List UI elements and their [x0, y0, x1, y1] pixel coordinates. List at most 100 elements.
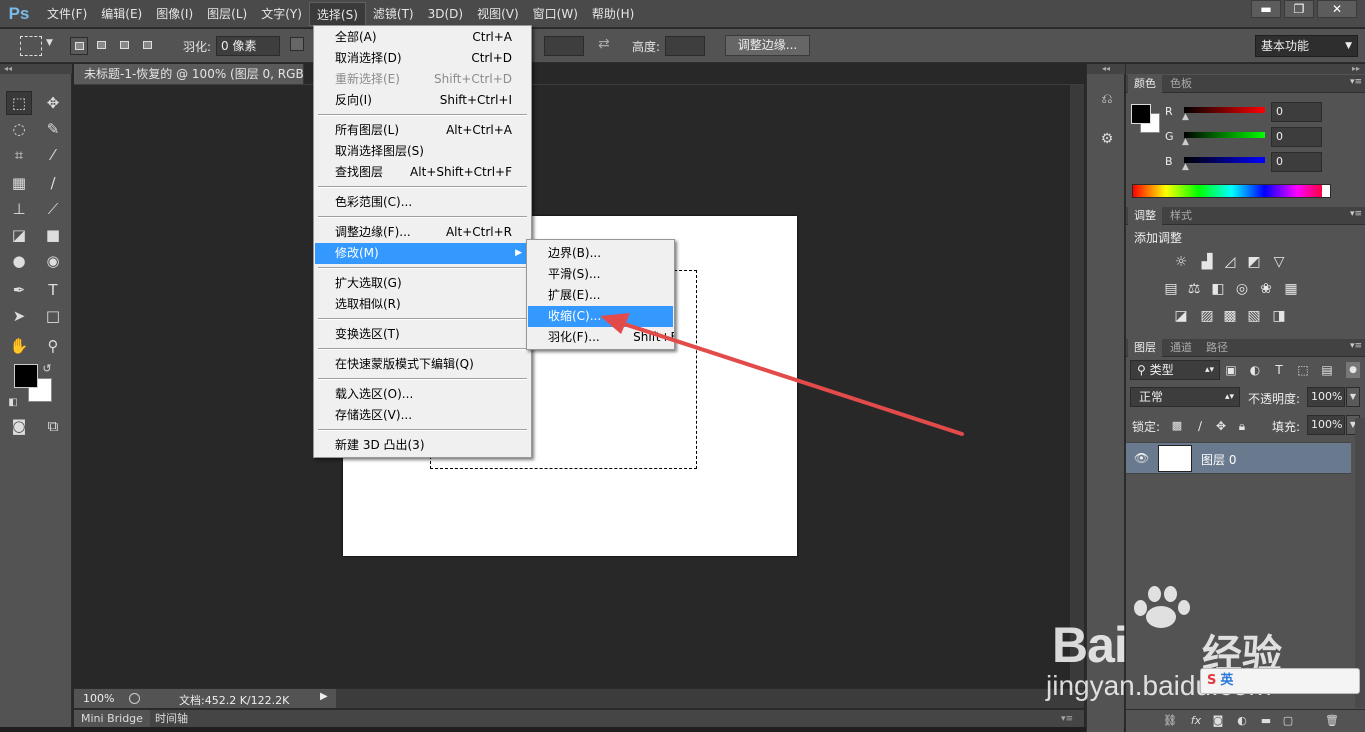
- document-tab[interactable]: 未标题-1-恢复的 @ 100% (图层 0, RGB/8): [74, 64, 304, 84]
- panel-menu-icon[interactable]: ▾≡: [1350, 77, 1362, 87]
- subtract-selection-icon[interactable]: [116, 37, 134, 55]
- delete-layer-icon[interactable]: 🗑︎: [1324, 714, 1340, 728]
- menu-5[interactable]: 选择(S): [308, 2, 366, 26]
- menu-6[interactable]: 滤镜(T): [366, 0, 421, 28]
- select-menu-item[interactable]: 所有图层(L) Alt+Ctrl+A: [315, 120, 530, 141]
- gradient-map-icon[interactable]: ◨: [1271, 308, 1287, 324]
- select-menu-item[interactable]: 在快速蒙版模式下编辑(Q): [315, 354, 530, 375]
- select-menu-item[interactable]: 选取相似(R): [315, 294, 530, 315]
- tab-layers[interactable]: 图层: [1128, 339, 1162, 357]
- layer-name[interactable]: 图层 0: [1201, 451, 1236, 468]
- chevron-down-icon[interactable]: ▼: [46, 38, 53, 48]
- eyedropper-tool-icon[interactable]: ⁄: [40, 143, 66, 167]
- select-menu-item[interactable]: 载入选区(O)...: [315, 384, 530, 405]
- vibrance-icon[interactable]: ▽: [1271, 254, 1287, 270]
- slider-thumb-icon[interactable]: ▲: [1182, 112, 1189, 122]
- blend-mode-select[interactable]: 正常 ▴▾: [1130, 387, 1240, 407]
- opacity-input[interactable]: 100%: [1307, 387, 1345, 407]
- hue-saturation-icon[interactable]: ▤: [1163, 281, 1179, 297]
- expand-dock-icon[interactable]: ▸▸: [1126, 64, 1365, 74]
- select-menu-item[interactable]: 变换选区(T): [315, 324, 530, 345]
- layer-filter-select[interactable]: ⚲ 类型 ▴▾: [1130, 360, 1220, 380]
- select-menu-item[interactable]: 色彩范围(C)...: [315, 192, 530, 213]
- filter-smart-object-icon[interactable]: ▤: [1319, 362, 1335, 378]
- panel-menu-icon[interactable]: ▾≡: [1350, 209, 1362, 219]
- channel-value-input[interactable]: 0: [1271, 102, 1322, 122]
- opacity-dropdown-icon[interactable]: ▼: [1346, 387, 1360, 407]
- lock-position-icon[interactable]: ✥: [1213, 418, 1229, 434]
- modify-submenu-item[interactable]: 收缩(C)...: [528, 306, 673, 327]
- menu-10[interactable]: 帮助(H): [585, 0, 641, 28]
- new-selection-icon[interactable]: [70, 37, 88, 55]
- link-layers-icon[interactable]: ⛓︎: [1162, 714, 1178, 728]
- filter-adjustment-icon[interactable]: ◐: [1247, 362, 1263, 378]
- layers-scrollbar[interactable]: [1355, 418, 1365, 708]
- ime-mode[interactable]: 英: [1220, 673, 1233, 688]
- panel-menu-icon[interactable]: ▾≡: [1054, 710, 1080, 728]
- type-tool-icon[interactable]: T: [40, 278, 66, 302]
- zoom-level[interactable]: 100%: [83, 692, 114, 705]
- crop-tool-icon[interactable]: ⌗: [6, 143, 32, 167]
- anti-alias-checkbox[interactable]: [290, 37, 304, 51]
- select-menu-item[interactable]: 取消选择图层(S): [315, 141, 530, 162]
- restore-button[interactable]: ❐: [1284, 0, 1314, 18]
- path-selection-tool-icon[interactable]: ➤: [6, 304, 32, 328]
- curves-icon[interactable]: ◿: [1222, 254, 1238, 270]
- tab-channels[interactable]: 通道: [1164, 339, 1198, 357]
- new-adjustment-layer-icon[interactable]: ◐: [1234, 714, 1250, 728]
- screen-mode-icon[interactable]: ⧉: [40, 414, 66, 438]
- add-mask-icon[interactable]: ◙: [1210, 714, 1226, 728]
- quick-selection-tool-icon[interactable]: ✎: [40, 117, 66, 141]
- lock-all-icon[interactable]: 🔒︎: [1234, 418, 1250, 434]
- menu-0[interactable]: 文件(F): [40, 0, 94, 28]
- new-group-icon[interactable]: ▬: [1258, 714, 1274, 728]
- properties-panel-icon[interactable]: ⚙: [1097, 128, 1117, 150]
- default-colors-icon[interactable]: ◧: [6, 391, 20, 415]
- select-menu-item[interactable]: 全部(A) Ctrl+A: [315, 27, 530, 48]
- vertical-scrollbar[interactable]: [1070, 85, 1084, 688]
- brightness-contrast-icon[interactable]: ☼: [1173, 254, 1189, 270]
- menu-3[interactable]: 图层(L): [200, 0, 254, 28]
- tab-color[interactable]: 颜色: [1128, 75, 1162, 93]
- modify-submenu-item[interactable]: 扩展(E)...: [528, 285, 673, 306]
- brush-tool-icon[interactable]: ∕: [40, 171, 66, 195]
- slider-thumb-icon[interactable]: ▲: [1182, 137, 1189, 147]
- photo-filter-icon[interactable]: ◎: [1234, 281, 1250, 297]
- menu-8[interactable]: 视图(V): [470, 0, 526, 28]
- menu-7[interactable]: 3D(D): [421, 0, 470, 28]
- select-menu-item[interactable]: 调整边缘(F)... Alt+Ctrl+R: [315, 222, 530, 243]
- gradient-tool-icon[interactable]: ■: [40, 223, 66, 247]
- intersect-selection-icon[interactable]: [139, 37, 157, 55]
- modify-submenu-item[interactable]: 平滑(S)...: [528, 264, 673, 285]
- channel-value-input[interactable]: 0: [1271, 152, 1322, 172]
- tab-adjustments[interactable]: 调整: [1128, 207, 1162, 225]
- tab-timeline[interactable]: 时间轴: [148, 710, 195, 728]
- quick-mask-icon[interactable]: ◙: [6, 414, 32, 438]
- layer-thumbnail[interactable]: [1158, 445, 1192, 472]
- channel-mixer-icon[interactable]: ❀: [1258, 281, 1274, 297]
- dodge-tool-icon[interactable]: ◉: [40, 249, 66, 273]
- move-tool-icon[interactable]: ✥: [40, 91, 66, 115]
- refine-edge-button[interactable]: 调整边缘...: [725, 35, 810, 56]
- channel-value-input[interactable]: 0: [1271, 127, 1322, 147]
- tab-styles[interactable]: 样式: [1164, 207, 1198, 225]
- tab-paths[interactable]: 路径: [1200, 339, 1234, 357]
- menu-2[interactable]: 图像(I): [149, 0, 200, 28]
- menu-9[interactable]: 窗口(W): [526, 0, 585, 28]
- horizontal-scrollbar[interactable]: [336, 689, 1084, 708]
- posterize-icon[interactable]: ▨: [1199, 308, 1215, 324]
- select-menu-item[interactable]: 取消选择(D) Ctrl+D: [315, 48, 530, 69]
- eye-icon[interactable]: 👁︎: [1134, 451, 1149, 465]
- layer-row[interactable]: 👁︎ 图层 0: [1126, 442, 1351, 474]
- filter-shape-icon[interactable]: ⬚: [1295, 362, 1311, 378]
- select-menu-item[interactable]: 修改(M) ▶: [315, 243, 530, 264]
- marquee-tool-preset-icon[interactable]: [20, 36, 42, 56]
- color-panel-foreground-swatch[interactable]: [1131, 104, 1151, 124]
- pen-tool-icon[interactable]: ✒: [6, 278, 32, 302]
- zoom-tool-icon[interactable]: ⚲: [40, 334, 66, 358]
- invert-icon[interactable]: ◪: [1173, 308, 1189, 324]
- color-balance-icon[interactable]: ⚖: [1186, 281, 1202, 297]
- lock-pixels-icon[interactable]: ∕: [1192, 418, 1208, 434]
- info-icon[interactable]: [129, 693, 140, 704]
- tab-mini-bridge[interactable]: Mini Bridge: [74, 710, 150, 728]
